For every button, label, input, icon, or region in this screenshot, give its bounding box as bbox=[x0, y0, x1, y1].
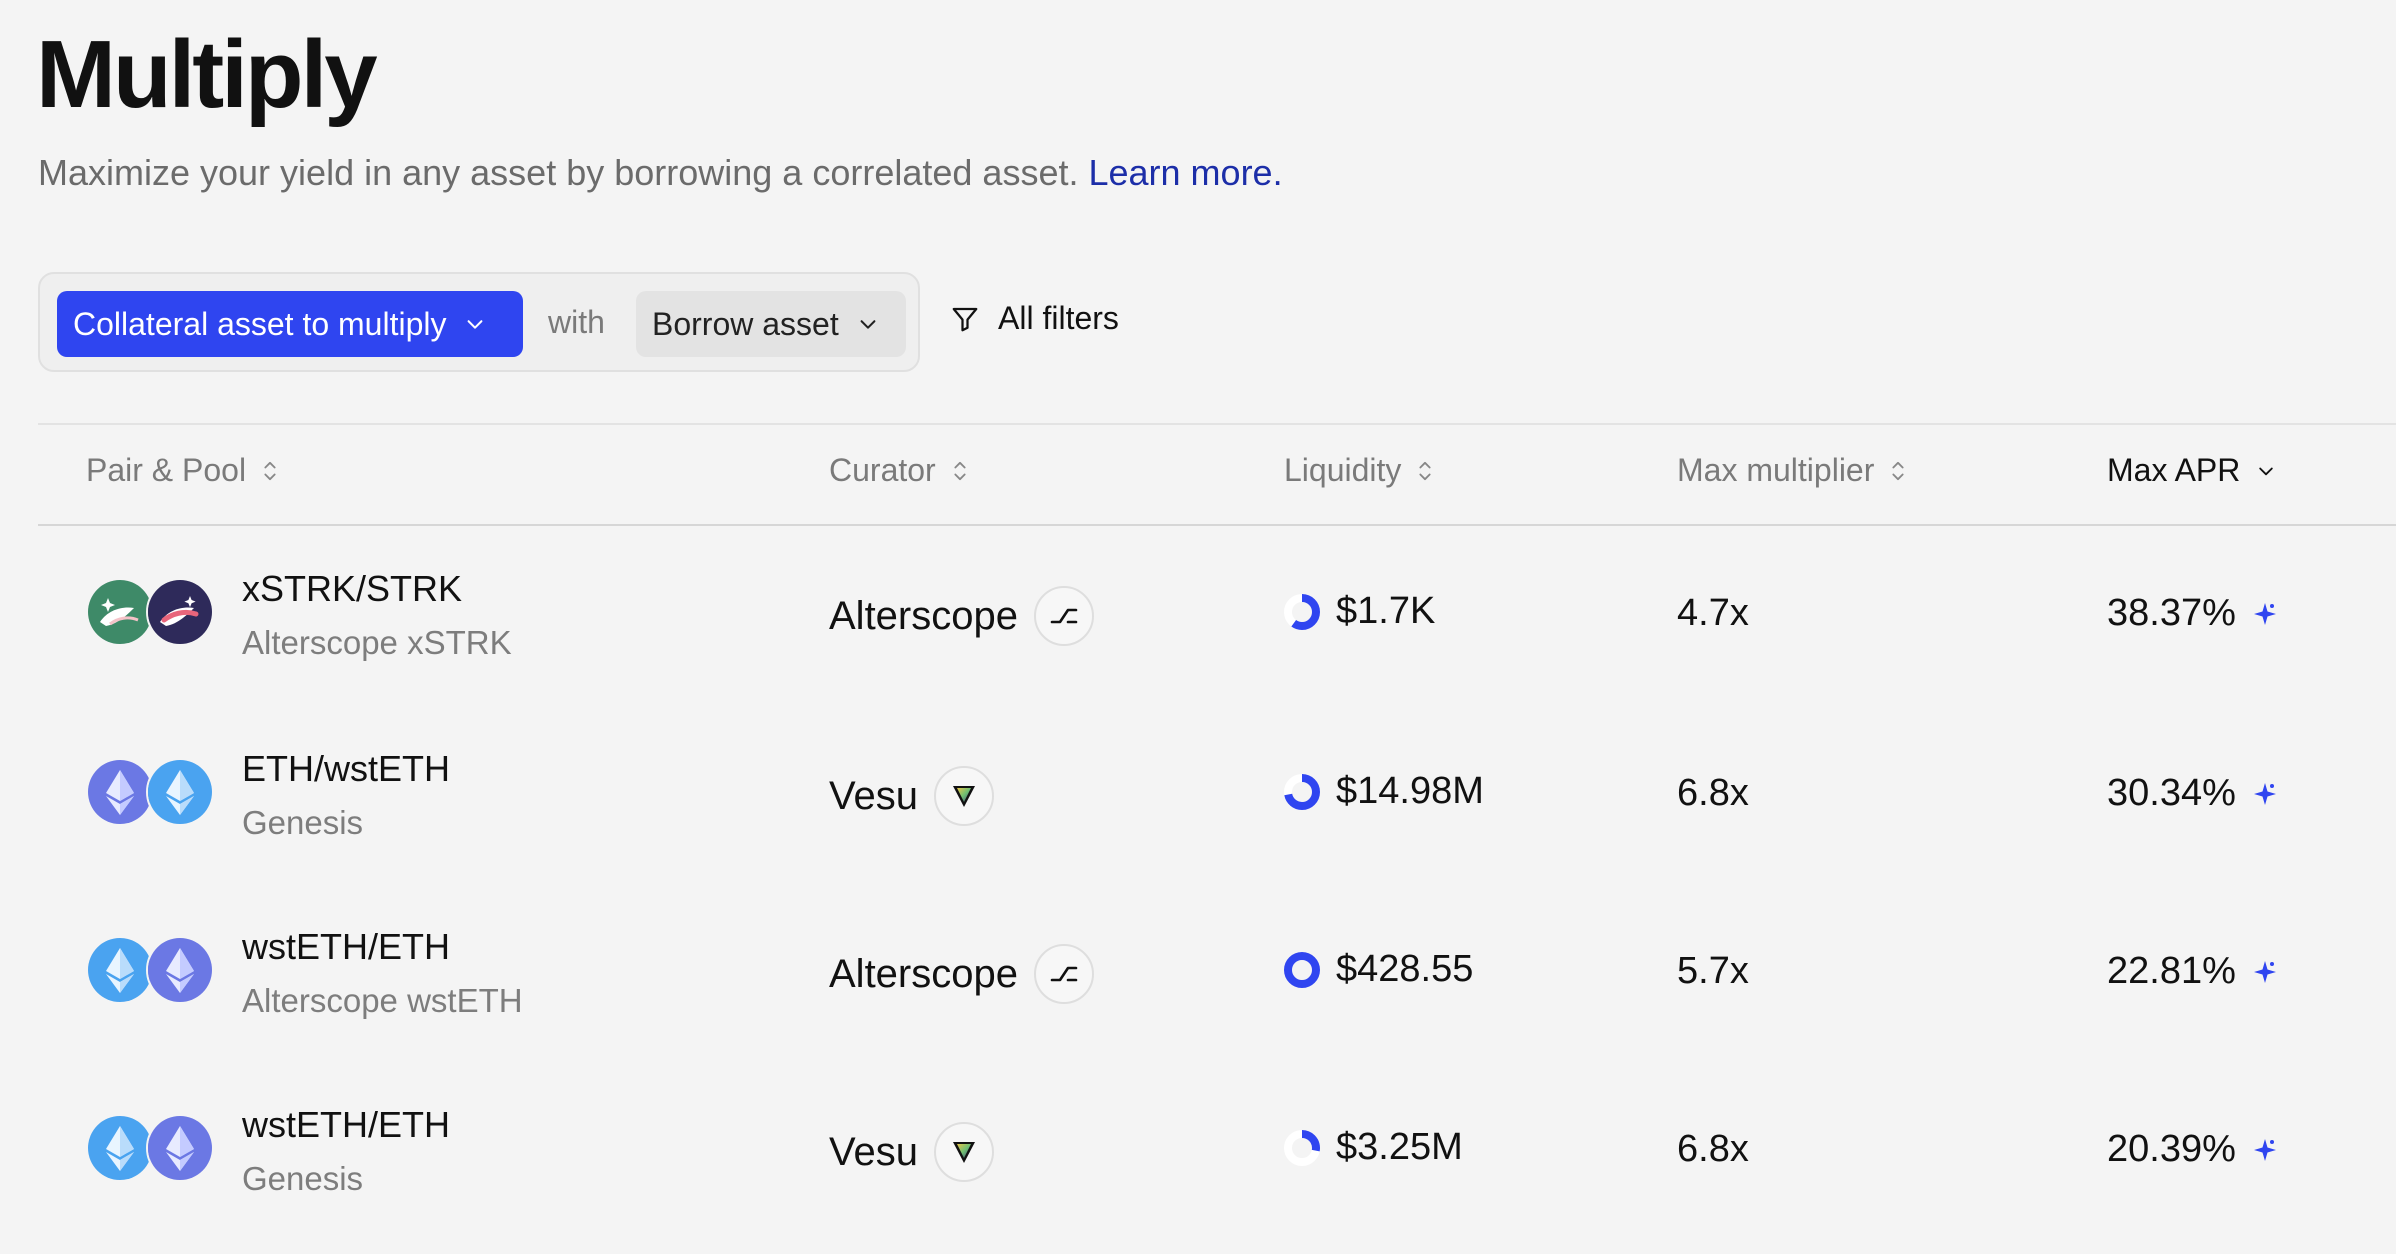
max-multiplier: 6.8x bbox=[1677, 1128, 1749, 1170]
column-header-liquidity[interactable]: Liquidity bbox=[1284, 452, 1433, 489]
sparkle-icon bbox=[2253, 602, 2276, 625]
wsteth-icon bbox=[86, 1114, 154, 1182]
borrow-asset-dropdown[interactable]: Borrow asset bbox=[636, 291, 906, 357]
xstrk-icon bbox=[86, 578, 154, 646]
alterscope-icon bbox=[1033, 944, 1094, 1004]
collateral-asset-dropdown[interactable]: Collateral asset to multiply bbox=[57, 291, 523, 357]
sort-icon bbox=[1892, 461, 1904, 480]
strk-icon bbox=[146, 578, 214, 646]
chevron-down-icon bbox=[2259, 467, 2274, 475]
liquidity-utilization-icon bbox=[1284, 951, 1320, 988]
column-header-max-apr[interactable]: Max APR bbox=[2107, 452, 2276, 489]
eth-icon bbox=[146, 936, 214, 1004]
vesu-icon bbox=[933, 1122, 994, 1182]
pair-name: wstETH/ETH bbox=[242, 1104, 451, 1145]
vesu-icon bbox=[933, 766, 994, 826]
liquidity-utilization-icon bbox=[1284, 773, 1320, 810]
pair-name: xSTRK/STRK bbox=[242, 568, 463, 609]
filter-bar: Collateral asset to multiply with Borrow… bbox=[38, 272, 920, 372]
curator-name: Vesu bbox=[829, 1129, 918, 1174]
sort-icon bbox=[264, 461, 276, 480]
eth-icon bbox=[146, 1114, 214, 1182]
learn-more-link[interactable]: Learn more. bbox=[1088, 152, 1282, 193]
table-row[interactable]: wstETH/ETH Genesis Vesu $3.25M 6.8x 20.39% bbox=[38, 1062, 2396, 1242]
collateral-asset-label: Collateral asset to multiply bbox=[73, 305, 447, 342]
curator: Alterscope bbox=[829, 944, 1094, 1004]
page-title: Multiply bbox=[36, 21, 378, 128]
max-apr[interactable]: 20.39% bbox=[2107, 1128, 2278, 1171]
subtitle-text: Maximize your yield in any asset by borr… bbox=[38, 152, 1079, 193]
pair-name: wstETH/ETH bbox=[242, 926, 451, 967]
liquidity: $14.98M bbox=[1282, 770, 1484, 813]
max-multiplier: 4.7x bbox=[1677, 592, 1749, 634]
curator-name: Alterscope bbox=[829, 593, 1018, 638]
curator-name: Alterscope bbox=[829, 951, 1018, 996]
curator: Vesu bbox=[829, 766, 994, 826]
column-header-label: Pair & Pool bbox=[86, 452, 247, 488]
max-multiplier: 5.7x bbox=[1677, 950, 1749, 992]
pair-icons bbox=[86, 936, 214, 1004]
column-header-label: Curator bbox=[829, 452, 936, 488]
max-apr-value: 38.37% bbox=[2107, 592, 2236, 634]
sparkle-icon bbox=[2253, 960, 2276, 983]
wsteth-icon bbox=[146, 758, 214, 826]
max-apr[interactable]: 22.81% bbox=[2107, 950, 2278, 993]
liquidity-value: $428.55 bbox=[1336, 948, 1474, 990]
chevron-down-icon bbox=[468, 320, 483, 329]
curator-name: Vesu bbox=[829, 773, 918, 818]
curator: Vesu bbox=[829, 1122, 994, 1182]
page-subtitle: Maximize your yield in any asset by borr… bbox=[38, 152, 1283, 194]
pool-name: Alterscope xSTRK bbox=[242, 624, 512, 661]
liquidity-value: $14.98M bbox=[1336, 770, 1484, 812]
borrow-asset-label: Borrow asset bbox=[652, 305, 839, 342]
sort-icon bbox=[954, 461, 966, 480]
max-apr-value: 22.81% bbox=[2107, 950, 2236, 992]
chevron-down-icon bbox=[860, 320, 876, 329]
filter-icon bbox=[952, 307, 978, 331]
column-header-label: Max APR bbox=[2107, 452, 2241, 488]
pool-name: Alterscope wstETH bbox=[242, 982, 523, 1019]
pair-icons bbox=[86, 1114, 214, 1182]
max-apr[interactable]: 30.34% bbox=[2107, 772, 2278, 815]
pair-icons bbox=[86, 578, 214, 646]
pool-name: Genesis bbox=[242, 804, 364, 841]
column-header-pair-pool[interactable]: Pair & Pool bbox=[86, 452, 278, 489]
liquidity-value: $3.25M bbox=[1336, 1126, 1463, 1168]
max-apr-value: 20.39% bbox=[2107, 1128, 2236, 1170]
liquidity: $428.55 bbox=[1282, 948, 1473, 991]
with-label: with bbox=[548, 304, 605, 340]
table-row[interactable]: ETH/wstETH Genesis Vesu $14.98M 6.8x 30.34% bbox=[38, 706, 2396, 886]
liquidity-value: $1.7K bbox=[1336, 590, 1436, 632]
table-row[interactable]: xSTRK/STRK Alterscope xSTRK Alterscope $1.7… bbox=[38, 526, 2396, 706]
sort-icon bbox=[1419, 461, 1432, 480]
column-header-label: Liquidity bbox=[1284, 452, 1402, 488]
column-header-curator[interactable]: Curator bbox=[829, 452, 968, 489]
sparkle-icon bbox=[2253, 782, 2276, 805]
curator: Alterscope bbox=[829, 586, 1094, 646]
column-header-label: Max multiplier bbox=[1677, 452, 1875, 488]
liquidity: $3.25M bbox=[1282, 1126, 1463, 1169]
pool-name: Genesis bbox=[242, 1160, 364, 1197]
wsteth-icon bbox=[86, 936, 154, 1004]
liquidity: $1.7K bbox=[1282, 590, 1435, 633]
all-filters-label: All filters bbox=[998, 300, 1119, 336]
eth-icon bbox=[86, 758, 154, 826]
pair-name: ETH/wstETH bbox=[242, 748, 451, 789]
table-row[interactable]: wstETH/ETH Alterscope wstETH Alterscope $42… bbox=[38, 884, 2396, 1064]
max-multiplier: 6.8x bbox=[1677, 772, 1749, 814]
liquidity-utilization-icon bbox=[1284, 593, 1320, 630]
liquidity-utilization-icon bbox=[1284, 1129, 1320, 1166]
alterscope-icon bbox=[1033, 586, 1094, 646]
max-apr[interactable]: 38.37% bbox=[2107, 592, 2278, 635]
divider bbox=[38, 423, 2396, 425]
sparkle-icon bbox=[2253, 1138, 2276, 1161]
max-apr-value: 30.34% bbox=[2107, 772, 2236, 814]
column-header-max-multiplier[interactable]: Max multiplier bbox=[1677, 452, 1906, 489]
pair-icons bbox=[86, 758, 214, 826]
all-filters-button[interactable]: All filters bbox=[950, 300, 1119, 337]
